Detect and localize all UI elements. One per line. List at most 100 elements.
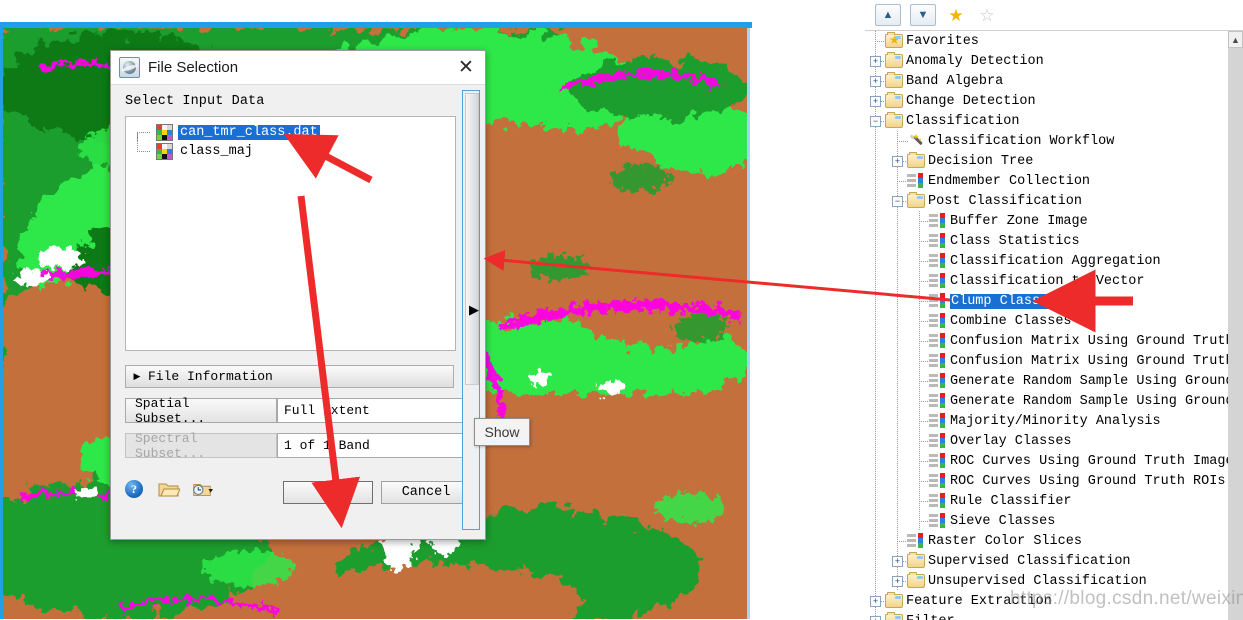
panel-expander-arrow[interactable]: ▶ bbox=[469, 300, 479, 320]
expand-icon[interactable]: + bbox=[870, 596, 881, 607]
help-icon[interactable]: ? bbox=[125, 480, 149, 504]
tree-item-rule-classifier[interactable]: Rule Classifier bbox=[865, 491, 1228, 511]
classification-raster-icon bbox=[156, 124, 173, 141]
folder-icon bbox=[885, 594, 903, 608]
file-name-label[interactable]: can_tmr_class.dat bbox=[178, 125, 320, 140]
ok-button[interactable]: OK bbox=[283, 481, 373, 504]
tree-item-roc-curves-using-ground-truth-rois[interactable]: ROC Curves Using Ground Truth ROIs bbox=[865, 471, 1228, 491]
folder-icon bbox=[885, 614, 903, 620]
tree-item-classification-to-vector[interactable]: Classification to Vector bbox=[865, 271, 1228, 291]
tree-item-generate-random-sample-using-ground-truth-rois[interactable]: Generate Random Sample Using Ground Trut… bbox=[865, 391, 1228, 411]
tree-item-classification-aggregation[interactable]: Classification Aggregation bbox=[865, 251, 1228, 271]
expand-icon[interactable]: + bbox=[870, 616, 881, 620]
expand-icon[interactable]: + bbox=[892, 156, 903, 167]
task-icon bbox=[929, 413, 945, 429]
expand-icon[interactable]: + bbox=[892, 556, 903, 567]
tree-item-favorites[interactable]: ★Favorites bbox=[865, 31, 1228, 51]
tree-item-band-algebra[interactable]: +Band Algebra bbox=[865, 71, 1228, 91]
collapse-icon[interactable]: − bbox=[892, 196, 903, 207]
dialog-buttons: OK Cancel bbox=[283, 481, 471, 504]
tree-item-endmember-collection[interactable]: Endmember Collection bbox=[865, 171, 1228, 191]
file-information-expander[interactable]: ▶ File Information bbox=[125, 365, 454, 388]
folder-icon bbox=[885, 114, 903, 128]
task-icon bbox=[929, 353, 945, 369]
scroll-up-button[interactable]: ▲ bbox=[1228, 31, 1243, 48]
task-icon bbox=[929, 473, 945, 489]
dialog-titlebar[interactable]: File Selection ✕ bbox=[111, 51, 485, 85]
task-icon bbox=[929, 513, 945, 529]
tree-item-generate-random-sample-using-ground-truth-image[interactable]: Generate Random Sample Using Ground Trut… bbox=[865, 371, 1228, 391]
toolbox-tree-body[interactable]: ★Favorites+Anomaly Detection+Band Algebr… bbox=[865, 31, 1228, 620]
tree-item-label: Post Classification bbox=[928, 194, 1082, 209]
move-up-button[interactable]: ▲ bbox=[875, 4, 901, 26]
tree-item-label: Sieve Classes bbox=[950, 514, 1055, 529]
close-icon[interactable]: ✕ bbox=[453, 55, 479, 81]
tree-item-roc-curves-using-ground-truth-image[interactable]: ROC Curves Using Ground Truth Image bbox=[865, 451, 1228, 471]
spectral-subset-button: Spectral Subset... bbox=[125, 433, 277, 458]
recent-folder-icon[interactable] bbox=[191, 480, 215, 504]
scrollbar-thumb[interactable] bbox=[465, 93, 479, 385]
tree-item-label: Classification to Vector bbox=[950, 274, 1144, 289]
tree-item-label: Overlay Classes bbox=[950, 434, 1072, 449]
list-item[interactable]: class_maj bbox=[126, 142, 455, 161]
tree-item-buffer-zone-image[interactable]: Buffer Zone Image bbox=[865, 211, 1228, 231]
tree-item-majority-minority-analysis[interactable]: Majority/Minority Analysis bbox=[865, 411, 1228, 431]
expand-icon[interactable]: + bbox=[870, 76, 881, 87]
spectral-subset-row: Spectral Subset... 1 of 1 Band bbox=[125, 433, 471, 458]
tree-item-decision-tree[interactable]: + Decision Tree bbox=[865, 151, 1228, 171]
cancel-button[interactable]: Cancel bbox=[381, 481, 471, 504]
tree-item-label: Classification bbox=[906, 114, 1019, 129]
tree-item-confusion-matrix-using-ground-truth-rois[interactable]: Confusion Matrix Using Ground Truth ROIs bbox=[865, 351, 1228, 371]
tree-item-overlay-classes[interactable]: Overlay Classes bbox=[865, 431, 1228, 451]
tree-item-label: Generate Random Sample Using Ground Trut… bbox=[950, 394, 1228, 409]
folder-icon bbox=[885, 74, 903, 88]
tree-item-sieve-classes[interactable]: Sieve Classes bbox=[865, 511, 1228, 531]
tree-item-label: Decision Tree bbox=[928, 154, 1033, 169]
task-icon bbox=[929, 213, 945, 229]
toolbox-tree[interactable]: ★Favorites+Anomaly Detection+Band Algebr… bbox=[865, 30, 1243, 620]
task-icon bbox=[929, 453, 945, 469]
file-name-label[interactable]: class_maj bbox=[178, 144, 255, 159]
tree-item-raster-color-slices[interactable]: Raster Color Slices bbox=[865, 531, 1228, 551]
tree-item-confusion-matrix-using-ground-truth-image[interactable]: Confusion Matrix Using Ground Truth Imag… bbox=[865, 331, 1228, 351]
tree-item-label: Clump Classes bbox=[950, 294, 1057, 309]
tree-item-change-detection[interactable]: + Change Detection bbox=[865, 91, 1228, 111]
collapse-icon[interactable]: − bbox=[870, 116, 881, 127]
tree-item-post-classification[interactable]: − Post Classification bbox=[865, 191, 1228, 211]
expand-icon[interactable]: + bbox=[870, 96, 881, 107]
tree-item-label: Favorites bbox=[906, 34, 979, 49]
tree-item-label: ROC Curves Using Ground Truth Image bbox=[950, 454, 1228, 469]
star-plain-icon[interactable]: ☆ bbox=[976, 5, 998, 25]
task-icon bbox=[929, 273, 945, 289]
recent-folder-glyph bbox=[191, 480, 213, 498]
dialog-footer: ? OK Cancel bbox=[125, 480, 471, 504]
tree-item-classification-workflow[interactable]: Classification Workflow bbox=[865, 131, 1228, 151]
tree-item-combine-classes[interactable]: Combine Classes bbox=[865, 311, 1228, 331]
watermark: https://blog.csdn.net/weixin_39190382 bbox=[1010, 588, 1243, 610]
list-item[interactable]: can_tmr_class.dat bbox=[126, 123, 455, 142]
tree-item-label: Buffer Zone Image bbox=[950, 214, 1088, 229]
star-add-icon[interactable]: ★ bbox=[945, 5, 967, 25]
folder-icon bbox=[907, 554, 925, 568]
tree-item-supervised-classification[interactable]: +Supervised Classification bbox=[865, 551, 1228, 571]
task-icon bbox=[907, 533, 923, 549]
task-icon bbox=[929, 373, 945, 389]
tree-item-label: Change Detection bbox=[906, 94, 1036, 109]
file-list[interactable]: can_tmr_class.dat class_maj bbox=[125, 116, 456, 351]
tree-item-anomaly-detection[interactable]: +Anomaly Detection bbox=[865, 51, 1228, 71]
expand-icon[interactable]: + bbox=[892, 576, 903, 587]
tree-item-classification[interactable]: − Classification bbox=[865, 111, 1228, 131]
expand-icon[interactable]: + bbox=[870, 56, 881, 67]
spatial-subset-button[interactable]: Spatial Subset... bbox=[125, 398, 277, 423]
envi-globe-icon bbox=[119, 57, 140, 78]
toolbox-vertical-scrollbar[interactable]: ▲ bbox=[1228, 31, 1243, 620]
tree-item-class-statistics[interactable]: Class Statistics bbox=[865, 231, 1228, 251]
move-down-button[interactable]: ▼ bbox=[910, 4, 936, 26]
task-icon bbox=[929, 493, 945, 509]
spatial-subset-value: Full Extent bbox=[277, 398, 471, 423]
tree-item-clump-classes[interactable]: Clump Classes bbox=[865, 291, 1228, 311]
tree-item-label: Generate Random Sample Using Ground Trut… bbox=[950, 374, 1228, 389]
file-selection-dialog[interactable]: File Selection ✕ Select Input Data can_t… bbox=[110, 50, 486, 540]
open-folder-icon[interactable] bbox=[158, 480, 182, 504]
tree-item-label: Classification Workflow bbox=[928, 134, 1114, 149]
